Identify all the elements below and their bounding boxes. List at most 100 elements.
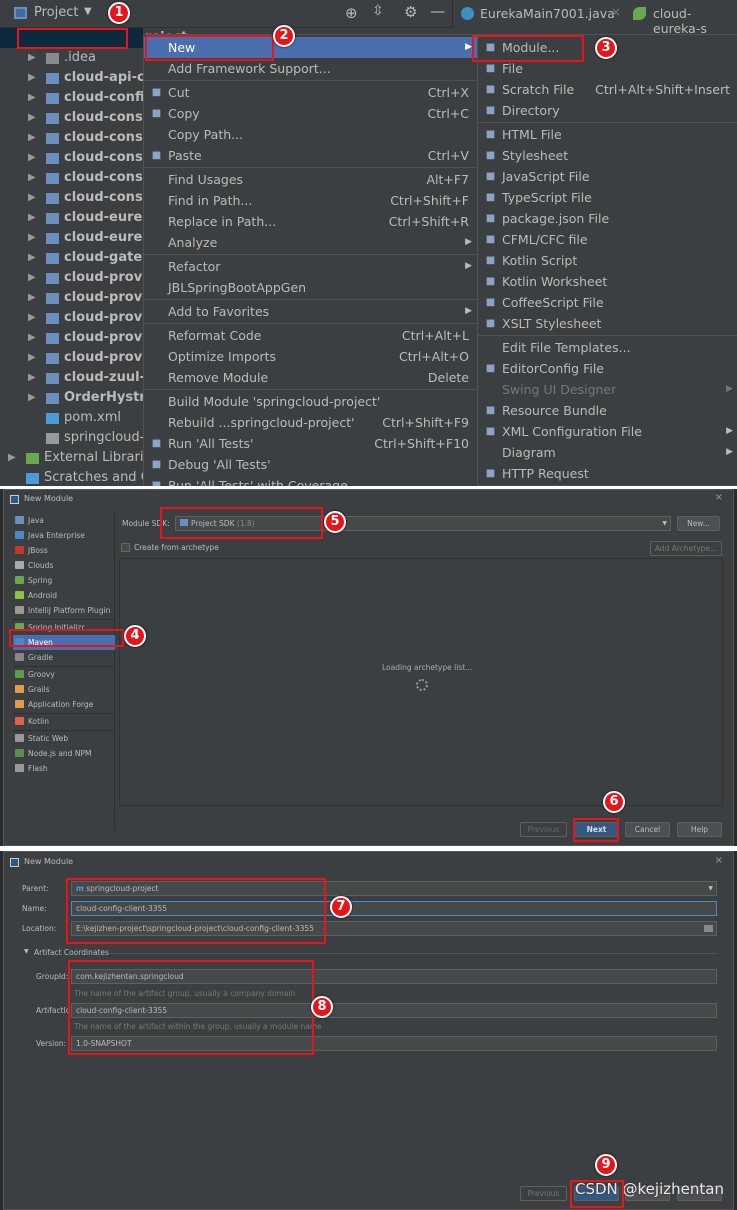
- module-sdk-select[interactable]: Project SDK (1.8) ▼: [175, 516, 671, 531]
- context-menu-item[interactable]: Find in Path... Ctrl+Shift+F: [144, 190, 477, 211]
- context-menu-item[interactable]: Find Usages Alt+F7: [144, 169, 477, 190]
- tab-eurekamain[interactable]: EurekaMain7001.java: [480, 6, 615, 21]
- close-icon[interactable]: ×: [715, 855, 723, 866]
- expand-arrow-icon[interactable]: ▶: [28, 368, 36, 388]
- expand-arrow-icon[interactable]: ▶: [28, 308, 36, 328]
- name-input[interactable]: cloud-config-client-3355: [71, 901, 717, 916]
- module-type-application-forge[interactable]: Application Forge: [13, 697, 115, 712]
- expand-arrow-icon[interactable]: ▶: [28, 168, 36, 188]
- expand-arrow-icon[interactable]: ▶: [28, 388, 36, 408]
- previous-button[interactable]: Previous: [520, 822, 567, 837]
- previous-button[interactable]: Previous: [520, 1186, 567, 1201]
- new-submenu-item[interactable]: ■ Stylesheet: [478, 145, 737, 166]
- module-type-jboss[interactable]: JBoss: [13, 543, 115, 558]
- expand-arrow-icon[interactable]: ▶: [28, 88, 36, 108]
- add-archetype-button[interactable]: Add Archetype...: [650, 541, 722, 556]
- context-menu-item[interactable]: Add Framework Support...: [144, 58, 477, 79]
- new-submenu-item[interactable]: ■ Directory: [478, 100, 737, 121]
- expand-arrow-icon[interactable]: ▶: [28, 128, 36, 148]
- context-menu-item[interactable]: Optimize Imports Ctrl+Alt+O: [144, 346, 477, 367]
- project-view-selector[interactable]: Project: [34, 5, 78, 20]
- cancel-button[interactable]: Cancel: [625, 822, 670, 837]
- module-type-clouds[interactable]: Clouds: [13, 558, 115, 573]
- version-input[interactable]: 1.0-SNAPSHOT: [71, 1036, 717, 1051]
- expand-arrow-icon[interactable]: ▶: [28, 268, 36, 288]
- new-submenu-item[interactable]: ■ Kotlin Worksheet: [478, 271, 737, 292]
- module-type-groovy[interactable]: Groovy: [13, 667, 115, 682]
- expand-arrow-icon[interactable]: ▶: [28, 108, 36, 128]
- context-menu-item[interactable]: Reformat Code Ctrl+Alt+L: [144, 325, 477, 346]
- module-type-spring-initializr[interactable]: Spring Initializr: [13, 620, 115, 635]
- location-input[interactable]: E:\kejizhen-project\springcloud-project\…: [71, 921, 717, 936]
- module-type-maven[interactable]: Maven: [13, 635, 115, 650]
- expand-arrow-icon[interactable]: ▶: [28, 288, 36, 308]
- archetype-checkbox[interactable]: [121, 543, 130, 552]
- module-type-spring[interactable]: Spring: [13, 573, 115, 588]
- new-submenu-item[interactable]: ■ Scratch File Ctrl+Alt+Shift+Insert: [478, 79, 737, 100]
- module-type-java-enterprise[interactable]: Java Enterprise: [13, 528, 115, 543]
- new-sdk-button[interactable]: New...: [677, 516, 720, 531]
- artifactid-input[interactable]: cloud-config-client-3355: [71, 1003, 717, 1018]
- module-type-static-web[interactable]: Static Web: [13, 731, 115, 746]
- context-menu-item[interactable]: Remove Module Delete: [144, 367, 477, 388]
- context-menu-item[interactable]: ■ Run 'All Tests' with Coverage: [144, 475, 477, 486]
- context-menu-item[interactable]: Copy Path...: [144, 124, 477, 145]
- module-type-intellij-platform-plugin[interactable]: IntelliJ Platform Plugin: [13, 603, 115, 618]
- help-button[interactable]: Help: [677, 822, 722, 837]
- context-menu-item[interactable]: ■ Debug 'All Tests': [144, 454, 477, 475]
- context-menu-item[interactable]: Rebuild ...springcloud-project' Ctrl+Shif…: [144, 412, 477, 433]
- module-type-flash[interactable]: Flash: [13, 761, 115, 776]
- minimize-icon[interactable]: —: [430, 2, 445, 20]
- expand-arrow-icon[interactable]: ▶: [28, 208, 36, 228]
- context-menu-item[interactable]: JBLSpringBootAppGen: [144, 277, 477, 298]
- context-menu-item[interactable]: ■ Cut Ctrl+X: [144, 82, 477, 103]
- parent-select[interactable]: m springcloud-project ▼: [71, 881, 717, 896]
- new-submenu-item[interactable]: Edit File Templates...: [478, 337, 737, 358]
- context-menu-item[interactable]: Build Module 'springcloud-project': [144, 391, 477, 412]
- new-submenu-item[interactable]: ■ package.json File: [478, 208, 737, 229]
- close-icon[interactable]: ×: [715, 492, 723, 503]
- new-submenu-item[interactable]: ■ HTML File: [478, 124, 737, 145]
- expand-arrow-icon[interactable]: ▶: [28, 348, 36, 368]
- expand-arrow-icon[interactable]: ▶: [28, 148, 36, 168]
- context-menu-item[interactable]: ■ Paste Ctrl+V: [144, 145, 477, 166]
- new-submenu-item[interactable]: ■ CoffeeScript File: [478, 292, 737, 313]
- context-menu-item[interactable]: ■ Run 'All Tests' Ctrl+Shift+F10: [144, 433, 477, 454]
- context-menu-item[interactable]: Analyze ▶: [144, 232, 477, 253]
- chevron-down-icon[interactable]: ▼: [84, 6, 92, 17]
- groupid-input[interactable]: com.kejizhentan.springcloud: [71, 969, 717, 984]
- module-type-gradle[interactable]: Gradle: [13, 650, 115, 665]
- new-submenu-item[interactable]: Swing UI Designer ▶: [478, 379, 737, 400]
- expand-arrow-icon[interactable]: ▶: [28, 188, 36, 208]
- module-type-android[interactable]: Android: [13, 588, 115, 603]
- expand-arrow-icon[interactable]: ▶: [28, 328, 36, 348]
- module-type-grails[interactable]: Grails: [13, 682, 115, 697]
- new-submenu-item[interactable]: ■ JavaScript File: [478, 166, 737, 187]
- new-submenu-item[interactable]: ■ EditorConfig File: [478, 358, 737, 379]
- context-menu-item[interactable]: Add to Favorites ▶: [144, 301, 477, 322]
- new-submenu-item[interactable]: ■ XSLT Stylesheet: [478, 313, 737, 334]
- module-type-node-js-and-npm[interactable]: Node.js and NPM: [13, 746, 115, 761]
- expand-arrow-icon[interactable]: ▶: [28, 248, 36, 268]
- new-submenu-item[interactable]: ■ XML Configuration File ▶: [478, 421, 737, 442]
- context-menu-item[interactable]: ■ Copy Ctrl+C: [144, 103, 477, 124]
- new-submenu-item[interactable]: ■ Kotlin Script: [478, 250, 737, 271]
- expand-arrow-icon[interactable]: ▶: [28, 68, 36, 88]
- module-type-kotlin[interactable]: Kotlin: [13, 714, 115, 729]
- tab-cloud-eureka[interactable]: cloud-eureka-s: [653, 6, 737, 36]
- new-submenu-item[interactable]: ■ TypeScript File: [478, 187, 737, 208]
- gear-icon[interactable]: ⚙: [404, 3, 417, 21]
- new-submenu-item[interactable]: ■ File: [478, 58, 737, 79]
- new-submenu-item[interactable]: Diagram ▶: [478, 442, 737, 463]
- locate-icon[interactable]: ⊕: [345, 4, 358, 22]
- browse-folder-icon[interactable]: [704, 925, 713, 932]
- new-submenu-item[interactable]: ■ CFML/CFC file: [478, 229, 737, 250]
- expand-arrow-icon[interactable]: ▶: [28, 228, 36, 248]
- new-submenu-item[interactable]: ■ HTTP Request: [478, 463, 737, 484]
- expand-arrow-icon[interactable]: ▶: [28, 48, 36, 68]
- module-type-java[interactable]: Java: [13, 513, 115, 528]
- new-submenu-item[interactable]: ■ Resource Bundle: [478, 400, 737, 421]
- context-menu-item[interactable]: Refactor ▶: [144, 256, 477, 277]
- close-tab-icon[interactable]: ×: [611, 5, 621, 19]
- context-menu-item[interactable]: Replace in Path... Ctrl+Shift+R: [144, 211, 477, 232]
